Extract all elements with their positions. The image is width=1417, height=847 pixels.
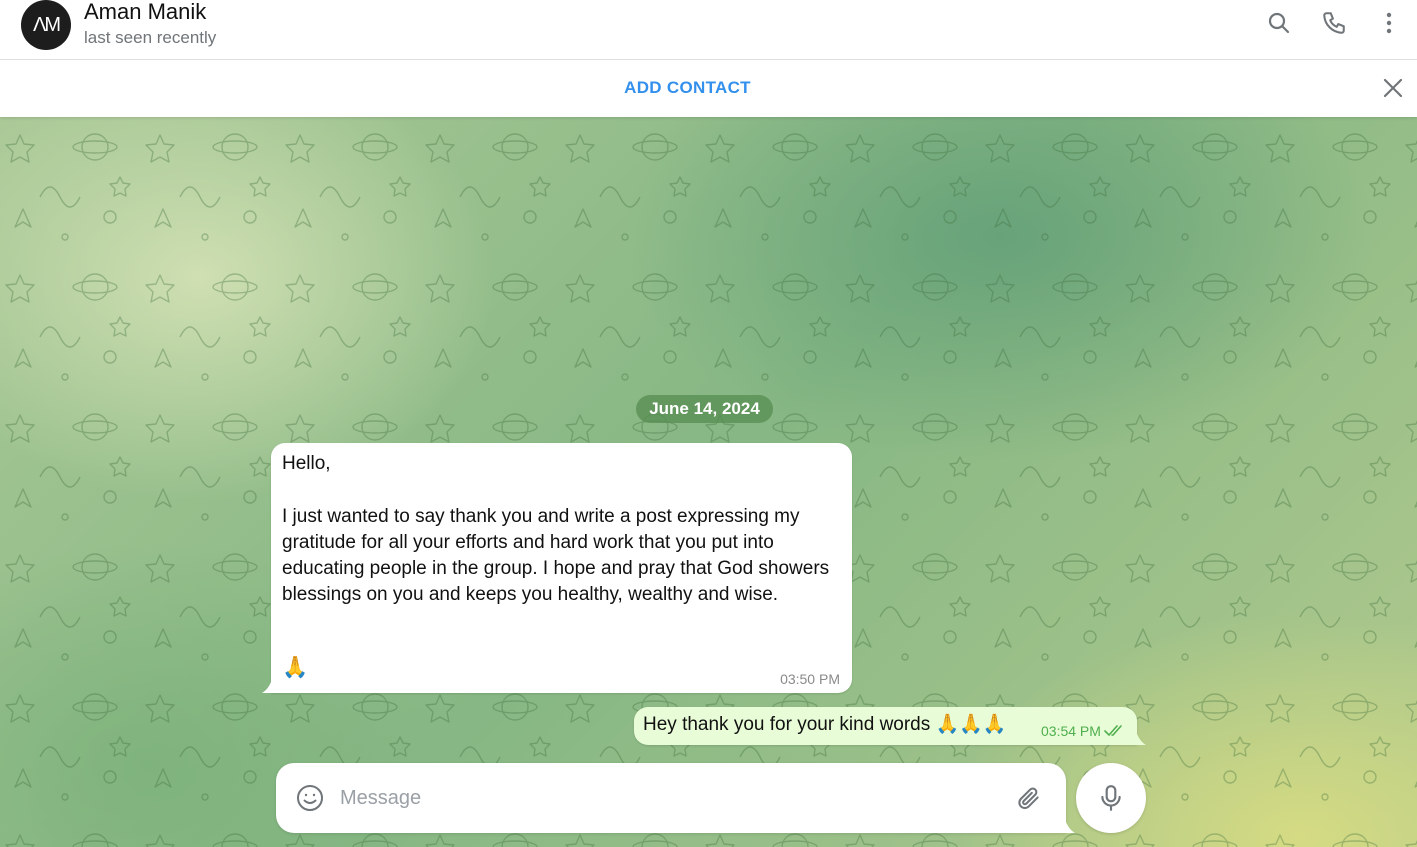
mic-icon[interactable] — [1076, 763, 1146, 833]
message-time: 03:54 PM — [1041, 723, 1101, 739]
message-text: Hello, I just wanted to say thank you an… — [282, 453, 830, 606]
avatar[interactable]: ΛM — [21, 0, 71, 50]
bubble-tail — [1136, 731, 1146, 745]
attach-icon[interactable] — [1014, 783, 1044, 813]
message-outgoing[interactable]: Hey thank you for your kind words 🙏🙏🙏 03… — [634, 707, 1146, 745]
more-vertical-icon[interactable] — [1374, 8, 1404, 38]
phone-icon[interactable] — [1319, 8, 1349, 38]
message-meta: 03:54 PM — [1041, 723, 1126, 739]
chat-header: ΛM Aman Manik last seen recently — [0, 0, 1417, 60]
composer-tail — [1065, 819, 1075, 833]
contact-status: last seen recently — [84, 28, 217, 47]
double-check-icon — [1104, 725, 1122, 737]
emoji-icon[interactable] — [295, 783, 325, 813]
contact-name[interactable]: Aman Manik — [84, 0, 206, 24]
message-text: Hey thank you for your kind words 🙏🙏🙏 — [643, 714, 1007, 735]
close-icon[interactable] — [1378, 73, 1408, 103]
message-composer — [276, 763, 1075, 833]
add-contact-bar: ADD CONTACT — [0, 60, 1417, 117]
bubble-tail — [262, 679, 272, 693]
message-incoming[interactable]: Hello, I just wanted to say thank you an… — [262, 443, 852, 693]
add-contact-button[interactable]: ADD CONTACT — [0, 78, 1375, 98]
search-icon[interactable] — [1264, 8, 1294, 38]
date-separator: June 14, 2024 — [636, 395, 773, 423]
message-input[interactable] — [340, 781, 1000, 815]
message-time: 03:50 PM — [780, 671, 840, 687]
message-emoji: 🙏 — [282, 656, 309, 679]
